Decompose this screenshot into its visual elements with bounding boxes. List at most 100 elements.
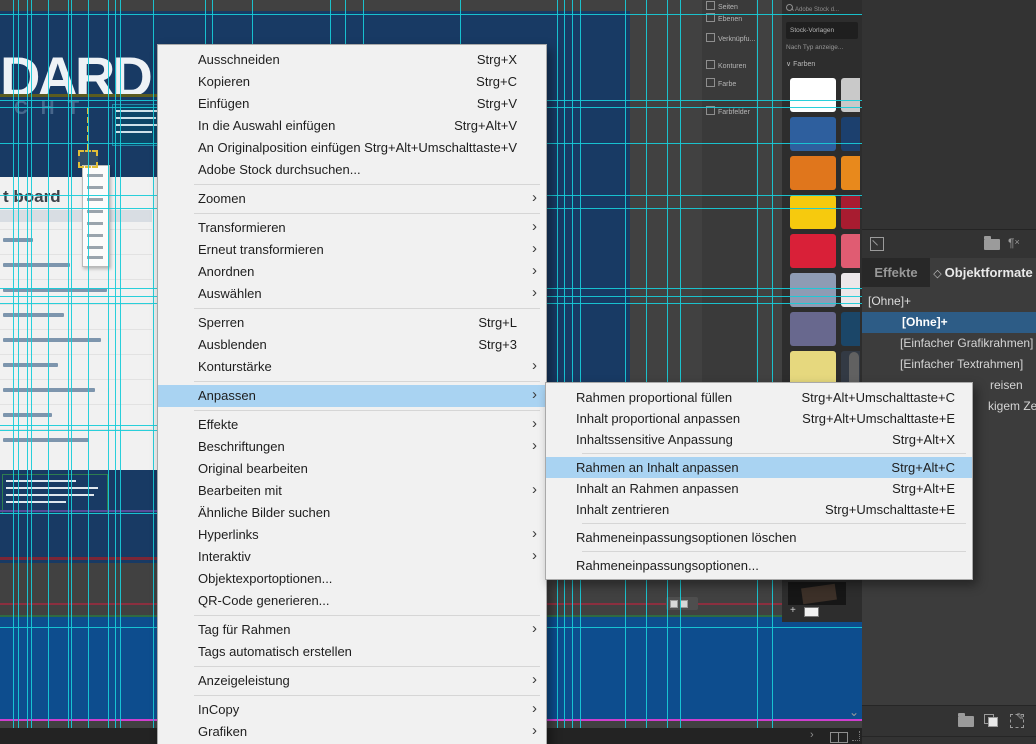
mini-dock-item-seiten: Seiten bbox=[706, 1, 738, 11]
submenu-arrow-icon: › bbox=[532, 238, 537, 260]
menu-item-shortcut: Strg+3 bbox=[478, 334, 517, 356]
color-swatch bbox=[790, 195, 836, 229]
vertical-guide bbox=[108, 0, 109, 728]
menu-item-objektexportoptionen[interactable]: Objektexportoptionen... bbox=[158, 568, 546, 590]
submenu-arrow-icon: › bbox=[532, 187, 537, 209]
menu-item-inhalt-proportional-anpassen[interactable]: Inhalt proportional anpassen Strg+Alt+Ums… bbox=[546, 408, 972, 429]
vertical-guide bbox=[564, 0, 565, 728]
menu-item-konturstärke[interactable]: Konturstärke › bbox=[158, 356, 546, 378]
menu-item-inhalt-zentrieren[interactable]: Inhalt zentrierenStrg+Umschalttaste+E bbox=[546, 499, 972, 520]
context-menu: AusschneidenStrg+XKopierenStrg+CEinfügen… bbox=[157, 44, 547, 744]
table-header-bar bbox=[0, 210, 152, 222]
menu-item-in-die-auswahl-einfügen[interactable]: In die Auswahl einfügenStrg+Alt+V bbox=[158, 115, 546, 137]
spread-view-icon[interactable] bbox=[830, 732, 848, 743]
submenu-arrow-icon: › bbox=[532, 435, 537, 457]
menu-item-grafiken[interactable]: Grafiken› bbox=[158, 721, 546, 743]
menu-item-effekte[interactable]: Effekte› bbox=[158, 414, 546, 436]
menu-item-sperren[interactable]: SperrenStrg+L bbox=[158, 312, 546, 334]
resize-grip-icon[interactable] bbox=[852, 731, 860, 741]
menu-item-label: Original bearbeiten bbox=[198, 458, 308, 480]
color-swatch bbox=[841, 156, 860, 190]
folder-icon[interactable] bbox=[984, 239, 1000, 250]
submenu-arrow-icon: › bbox=[532, 260, 537, 282]
menu-item-beschriftungen[interactable]: Beschriftungen› bbox=[158, 436, 546, 458]
menu-item-interaktiv[interactable]: Interaktiv› bbox=[158, 546, 546, 568]
menu-item-label: Konturstärke bbox=[198, 356, 272, 378]
menu-separator bbox=[158, 305, 546, 312]
menu-item-label: Auswählen bbox=[198, 283, 262, 305]
tab-effekte[interactable]: Effekte bbox=[862, 258, 930, 287]
scroll-down-icon[interactable]: ⌄ bbox=[846, 706, 862, 720]
mini-dock-icon bbox=[706, 1, 715, 10]
menu-item-inhaltssensitive-anpassung[interactable]: Inhaltssensitive AnpassungStrg+Alt+X bbox=[546, 429, 972, 450]
object-style-row-einfacher-grafikrahmen[interactable]: [Einfacher Grafikrahmen] bbox=[862, 333, 1036, 354]
new-object-style-icon[interactable] bbox=[984, 714, 998, 726]
subhead-text: CHT bbox=[14, 98, 92, 120]
menu-item-shortcut: Strg+Alt+Umschalttaste+E bbox=[802, 408, 955, 429]
menu-item-rahmeneinpassungsoptionen[interactable]: Rahmeneinpassungsoptionen... bbox=[546, 555, 972, 576]
color-swatch bbox=[790, 273, 836, 307]
menu-item-bearbeiten-mit[interactable]: Bearbeiten mit › bbox=[158, 480, 546, 502]
menu-item-label: Adobe Stock durchsuchen... bbox=[198, 159, 361, 181]
menu-item-ausblenden[interactable]: AusblendenStrg+3 bbox=[158, 334, 546, 356]
color-swatch bbox=[790, 234, 836, 268]
submenu-arrow-icon: › bbox=[532, 545, 537, 567]
menu-item-anpassen[interactable]: Anpassen› bbox=[158, 385, 546, 407]
vertical-guide bbox=[580, 0, 581, 728]
object-style-row-einfacher-textrahmen[interactable]: [Einfacher Textrahmen] bbox=[862, 354, 1036, 375]
menu-item-original-bearbeiten[interactable]: Original bearbeiten bbox=[158, 458, 546, 480]
submenu-arrow-icon: › bbox=[532, 355, 537, 377]
menu-item-hyperlinks[interactable]: Hyperlinks› bbox=[158, 524, 546, 546]
panel-icon-row: ¶× bbox=[862, 230, 1036, 258]
new-style-group-icon[interactable] bbox=[958, 716, 974, 727]
mini-table-line bbox=[0, 279, 152, 280]
menu-item-qr-code-generieren[interactable]: QR-Code generieren... bbox=[158, 590, 546, 612]
vertical-guide bbox=[88, 0, 89, 728]
menu-item-an-originalposition-einfügen[interactable]: An Originalposition einfügenStrg+Alt+Ums… bbox=[158, 137, 546, 159]
mini-dock-item-farbe: Farbe bbox=[706, 78, 736, 88]
submenu-arrow-icon: › bbox=[532, 669, 537, 691]
mini-dropdown-popup bbox=[82, 165, 110, 267]
menu-item-tags-automatisch-erstellen[interactable]: Tags automatisch erstellen bbox=[158, 641, 546, 663]
color-swatch bbox=[790, 117, 836, 151]
menu-item-zoomen[interactable]: Zoomen › bbox=[158, 188, 546, 210]
menu-item-ausschneiden[interactable]: AusschneidenStrg+X bbox=[158, 49, 546, 71]
menu-item-label: Inhalt proportional anpassen bbox=[576, 408, 740, 429]
menu-item-rahmen-an-inhalt-anpassen[interactable]: Rahmen an Inhalt anpassenStrg+Alt+C bbox=[546, 457, 972, 478]
vertical-guide bbox=[18, 0, 19, 728]
object-style-row-ohne[interactable]: [Ohne]+ bbox=[862, 312, 1036, 333]
menu-item-label: Zoomen bbox=[198, 188, 246, 210]
menu-item-inhalt-an-rahmen-anpassen[interactable]: Inhalt an Rahmen anpassenStrg+Alt+E bbox=[546, 478, 972, 499]
menu-item-einfügen[interactable]: EinfügenStrg+V bbox=[158, 93, 546, 115]
mini-section-header: ∨ Farben bbox=[786, 60, 860, 68]
mini-dock-icon bbox=[706, 78, 715, 87]
menu-item-label: Inhalt an Rahmen anpassen bbox=[576, 478, 739, 499]
menu-item-label: Transformieren bbox=[198, 217, 286, 239]
menu-item-rahmen-proportional-füllen[interactable]: Rahmen proportional füllenStrg+Alt+Umsch… bbox=[546, 387, 972, 408]
menu-item-label: Rahmen an Inhalt anpassen bbox=[576, 457, 739, 478]
clear-overrides-icon[interactable]: ¶× bbox=[1008, 237, 1020, 250]
submenu-arrow-icon: › bbox=[532, 479, 537, 501]
menu-item-erneut-transformieren[interactable]: Erneut transformieren› bbox=[158, 239, 546, 261]
next-page-icon[interactable]: › bbox=[810, 729, 814, 741]
menu-item-label: Rahmeneinpassungsoptionen... bbox=[576, 555, 759, 576]
menu-item-kopieren[interactable]: KopierenStrg+C bbox=[158, 71, 546, 93]
vertical-guide bbox=[572, 0, 573, 728]
submenu-arrow-icon: › bbox=[532, 720, 537, 742]
menu-item-anordnen[interactable]: Anordnen› bbox=[158, 261, 546, 283]
menu-item-adobe-stock-durchsuchen[interactable]: Adobe Stock durchsuchen... bbox=[158, 159, 546, 181]
menu-item-label: Bearbeiten mit bbox=[198, 480, 282, 502]
relink-icon[interactable] bbox=[870, 237, 884, 251]
menu-item-rahmeneinpassungsoptionen-löschen[interactable]: Rahmeneinpassungsoptionen löschen bbox=[546, 527, 972, 548]
submenu-arrow-icon: › bbox=[532, 698, 537, 720]
menu-item-incopy[interactable]: InCopy› bbox=[158, 699, 546, 721]
menu-item-tag-für-rahmen[interactable]: Tag für Rahmen› bbox=[158, 619, 546, 641]
menu-item-anzeigeleistung[interactable]: Anzeigeleistung› bbox=[158, 670, 546, 692]
menu-item-ähnliche-bilder-suchen[interactable]: Ähnliche Bilder suchen bbox=[158, 502, 546, 524]
menu-item-transformieren[interactable]: Transformieren› bbox=[158, 217, 546, 239]
menu-item-label: QR-Code generieren... bbox=[198, 590, 330, 612]
tab-objektformate[interactable]: ◇Objektformate bbox=[930, 258, 1036, 287]
menu-separator bbox=[158, 692, 546, 699]
redefine-style-icon[interactable] bbox=[1010, 714, 1024, 728]
menu-item-auswählen[interactable]: Auswählen› bbox=[158, 283, 546, 305]
